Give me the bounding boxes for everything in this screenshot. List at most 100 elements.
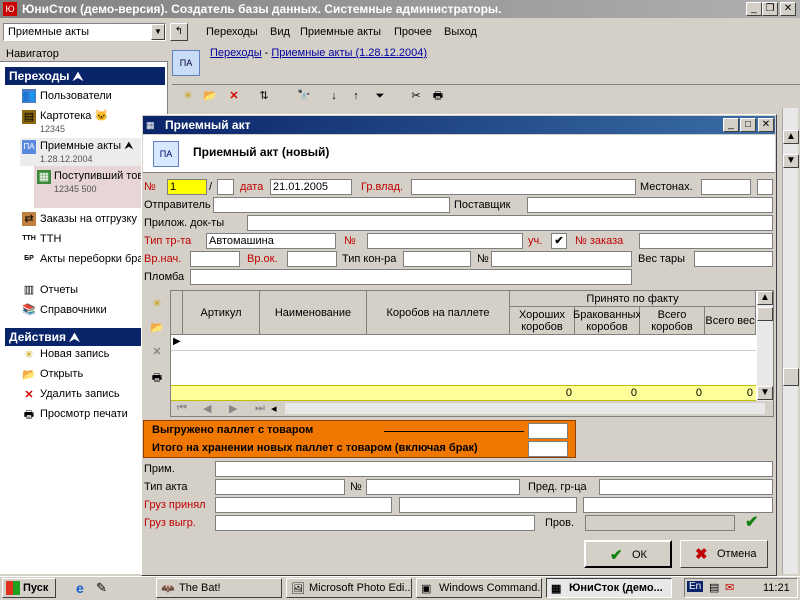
seal-field[interactable] (190, 269, 632, 285)
hscroll-track[interactable] (285, 403, 765, 414)
sender-field[interactable] (213, 197, 450, 213)
dialog-minimize-button[interactable]: _ (723, 118, 739, 132)
transport-num-field[interactable] (367, 233, 523, 249)
print-icon[interactable]: 🖶 (430, 88, 446, 104)
content-scrollbar[interactable]: ▲ ▼ (782, 108, 799, 574)
find-icon[interactable]: 🔭 (296, 88, 312, 104)
date-field[interactable]: 21.01.2005 (270, 179, 352, 195)
num-suffix-field[interactable] (217, 179, 234, 195)
action-delete[interactable]: Удалить запись (40, 388, 120, 401)
nav-item-acceptance[interactable]: Приемные акты ⮝ 1.28.12.2004 (40, 140, 133, 166)
outlook-icon[interactable]: ✎ (96, 580, 107, 596)
nav-item-reference[interactable]: Справочники (40, 304, 107, 317)
container-num-field[interactable] (491, 251, 632, 267)
column-header[interactable]: Наименование (260, 291, 367, 335)
last-record-icon[interactable]: ⏭ (255, 402, 265, 415)
column-header[interactable]: Артикул (183, 291, 260, 335)
dialog-maximize-button[interactable]: □ (740, 118, 756, 132)
taskbar-task-active[interactable]: ▦ ЮниСток (демо... (546, 578, 672, 598)
stored-pallets-field[interactable] (528, 441, 568, 457)
clear-filter-icon[interactable]: ✂ (408, 88, 424, 104)
next-record-icon[interactable]: ▶ (229, 402, 237, 415)
supplier-field[interactable] (527, 197, 773, 213)
mestonah-field[interactable] (701, 179, 751, 195)
nav-item-ttn[interactable]: ТТН (40, 233, 61, 246)
scroll-up-icon[interactable]: ▲ (783, 130, 799, 144)
unloaded-pallets-field[interactable] (528, 423, 568, 439)
pred-field[interactable] (599, 479, 773, 495)
view-combo[interactable]: Приемные акты ▼ (3, 23, 166, 41)
collapse-icon[interactable]: ⮝ (69, 330, 79, 344)
open-folder-icon[interactable]: 📂 (202, 88, 218, 104)
uch-checkbox[interactable]: ✔ (551, 233, 567, 249)
maximize-button[interactable]: ❐ (762, 2, 778, 16)
nav-item-orders[interactable]: Заказы на отгрузку (40, 213, 137, 226)
breadcrumb-root[interactable]: Переходы (210, 47, 262, 59)
grid-vscroll[interactable]: ▲ ▼ (757, 291, 773, 401)
docs-field[interactable] (247, 215, 773, 231)
breadcrumb-current[interactable]: Приемные акты (1.28.12.2004) (271, 47, 427, 59)
taskbar-task[interactable]: 🖼 Microsoft Photo Edi... (286, 578, 412, 598)
mestonah-extra-field[interactable] (757, 179, 773, 195)
menu-item[interactable]: Вид (270, 26, 290, 38)
column-header[interactable]: Коробов на паллете (367, 291, 510, 335)
act-type-field[interactable] (215, 479, 345, 495)
hscroll-left-icon[interactable]: ◂ (271, 402, 277, 415)
filter-icon[interactable]: ⏷ (372, 88, 388, 104)
table-row[interactable]: ▶ (171, 335, 756, 351)
first-record-icon[interactable]: ⏮ (177, 402, 187, 415)
ie-icon[interactable]: e (76, 580, 84, 596)
new-icon[interactable]: ✳ (180, 88, 196, 104)
cargo-accepted-extra-field[interactable] (399, 497, 577, 513)
grid-delete-icon[interactable]: ✕ (149, 344, 165, 360)
language-indicator[interactable]: En (687, 581, 704, 592)
tray-app-icon[interactable]: ▤ (709, 581, 719, 594)
action-new-record[interactable]: Новая запись (40, 348, 109, 361)
nav-item-reports[interactable]: Отчеты (40, 284, 78, 297)
cargo-unloaded-field[interactable] (215, 515, 535, 531)
container-field[interactable] (403, 251, 471, 267)
cancel-button[interactable]: ✖ Отмена (680, 540, 768, 568)
dialog-close-button[interactable]: ✕ (758, 118, 774, 132)
order-field[interactable] (639, 233, 773, 249)
nav-item-users[interactable]: Пользователи (40, 90, 112, 103)
prev-record-icon[interactable]: ◀ (203, 402, 211, 415)
transport-field[interactable]: Автомашина (206, 233, 336, 249)
column-header[interactable]: Всего коробов (640, 307, 705, 335)
grid-open-icon[interactable]: 📂 (149, 320, 165, 336)
ok-button[interactable]: ✔ ОК (584, 540, 672, 568)
collapse-icon[interactable]: ⮝ (124, 140, 133, 152)
num-field[interactable]: 1 (167, 179, 207, 195)
nav-section-transitions[interactable]: Переходы ⮝ (5, 67, 165, 85)
note-field[interactable] (215, 461, 773, 477)
mail-icon[interactable]: ✉ (725, 581, 734, 594)
grid-print-icon[interactable]: 🖶 (149, 370, 165, 386)
tare-field[interactable] (694, 251, 773, 267)
grid-new-icon[interactable]: ✳ (149, 296, 165, 312)
menu-item[interactable]: Приемные акты (300, 26, 381, 38)
close-button[interactable]: ✕ (780, 2, 796, 16)
taskbar-task[interactable]: ▣ Windows Command... (416, 578, 542, 598)
cargo-accepted-field[interactable] (215, 497, 392, 513)
column-header[interactable]: Всего вес (705, 307, 756, 335)
action-print-preview[interactable]: Просмотр печати (40, 408, 128, 421)
collapse-icon[interactable]: ⮝ (73, 69, 83, 83)
cargo-accepted-extra2-field[interactable] (583, 497, 773, 513)
sort-up-icon[interactable]: ↑ (348, 88, 364, 104)
scroll-down-icon[interactable]: ▼ (757, 386, 773, 400)
scroll-down-icon[interactable]: ▼ (783, 154, 799, 168)
start-button[interactable]: Пуск (2, 578, 56, 598)
back-icon[interactable]: ↰ (170, 23, 188, 41)
menu-item[interactable]: Выход (444, 26, 477, 38)
sort-down-icon[interactable]: ↓ (326, 88, 342, 104)
menu-item[interactable]: Прочее (394, 26, 432, 38)
start-time-field[interactable] (190, 251, 240, 267)
action-open[interactable]: Открыть (40, 368, 83, 381)
minimize-button[interactable]: _ (746, 2, 762, 16)
scroll-thumb[interactable] (783, 368, 799, 386)
column-header[interactable]: Бракованных коробов (573, 307, 641, 335)
chevron-down-icon[interactable]: ▼ (151, 24, 165, 40)
sort-icon[interactable]: ⇅ (256, 88, 272, 104)
end-time-field[interactable] (287, 251, 337, 267)
menu-item[interactable]: Переходы (206, 26, 258, 38)
